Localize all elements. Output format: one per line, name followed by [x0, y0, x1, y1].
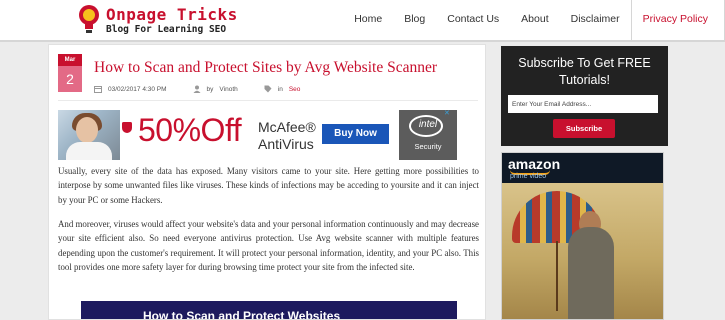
date-month: Mar: [58, 54, 82, 66]
intel-sub: Security: [414, 142, 442, 151]
post-author[interactable]: Vinoth: [219, 86, 237, 93]
nav-blog[interactable]: Blog: [393, 0, 436, 40]
date-day: 2: [58, 66, 82, 92]
nav-home[interactable]: Home: [343, 0, 393, 40]
email-input[interactable]: [508, 95, 658, 113]
nav-about[interactable]: About: [510, 0, 559, 40]
site-header: Onpage Tricks Blog For Learning SEO Home…: [0, 0, 725, 42]
amazon-prime-ad[interactable]: amazon prime video: [501, 152, 664, 320]
tag-icon: [264, 85, 272, 93]
meta-divider: [58, 100, 478, 101]
ad-brand: McAfee® AntiVirus: [258, 119, 316, 153]
ad-photo: [58, 110, 120, 160]
post-paragraph-2: And moreover, viruses would affect your …: [58, 219, 479, 272]
site-title[interactable]: Onpage Tricks: [106, 5, 238, 24]
site-tagline: Blog For Learning SEO: [106, 24, 227, 35]
adchoices-close-icon[interactable]: ✕: [444, 110, 452, 118]
post-meta: 03/02/2017 4:30 PM by Vinoth in Seo: [94, 85, 300, 93]
ad-brand-name: McAfee®: [258, 119, 316, 135]
intel-text: intel: [418, 119, 438, 130]
post-paragraph-1: Usually, every site of the data has expo…: [58, 166, 479, 205]
calendar-icon: [94, 86, 102, 93]
buy-now-button[interactable]: Buy Now: [322, 124, 389, 144]
mcafee-ad-banner[interactable]: 50%Off McAfee® AntiVirus Buy Now intel S…: [58, 110, 457, 160]
post-article: Mar 2 How to Scan and Protect Sites by A…: [48, 44, 486, 320]
nav-disclaimer[interactable]: Disclaimer: [560, 0, 631, 40]
subscribe-widget: Subscribe To Get FREE Tutorials! Subscri…: [501, 46, 668, 146]
category-prefix: in: [277, 85, 283, 93]
lightbulb-icon: [79, 5, 99, 33]
ad-brand-product: AntiVirus: [258, 136, 314, 152]
subscribe-title: Subscribe To Get FREE Tutorials!: [518, 56, 651, 87]
date-badge: Mar 2: [58, 54, 82, 92]
author-prefix: by: [206, 85, 214, 93]
nav-contact-us[interactable]: Contact Us: [436, 0, 510, 40]
post-datetime: 03/02/2017 4:30 PM: [108, 85, 167, 93]
nav-privacy-policy[interactable]: Privacy Policy: [630, 0, 725, 40]
post-feature-image: How to Scan and Protect Websites: [81, 301, 457, 320]
prime-video-label: prime video: [510, 173, 547, 180]
ad-offer: 50%Off: [138, 112, 242, 148]
post-category[interactable]: Seo: [289, 86, 301, 93]
main-nav: Home Blog Contact Us About Disclaimer Pr…: [343, 0, 725, 40]
movie-poster-image: [502, 183, 663, 319]
user-icon: [193, 85, 201, 93]
subscribe-button[interactable]: Subscribe: [553, 119, 615, 138]
amazon-header: amazon prime video: [502, 153, 663, 183]
feature-image-text: How to Scan and Protect Websites: [143, 309, 341, 320]
mcafee-shield-icon: [122, 122, 132, 133]
post-title[interactable]: How to Scan and Protect Sites by Avg Web…: [94, 59, 437, 77]
